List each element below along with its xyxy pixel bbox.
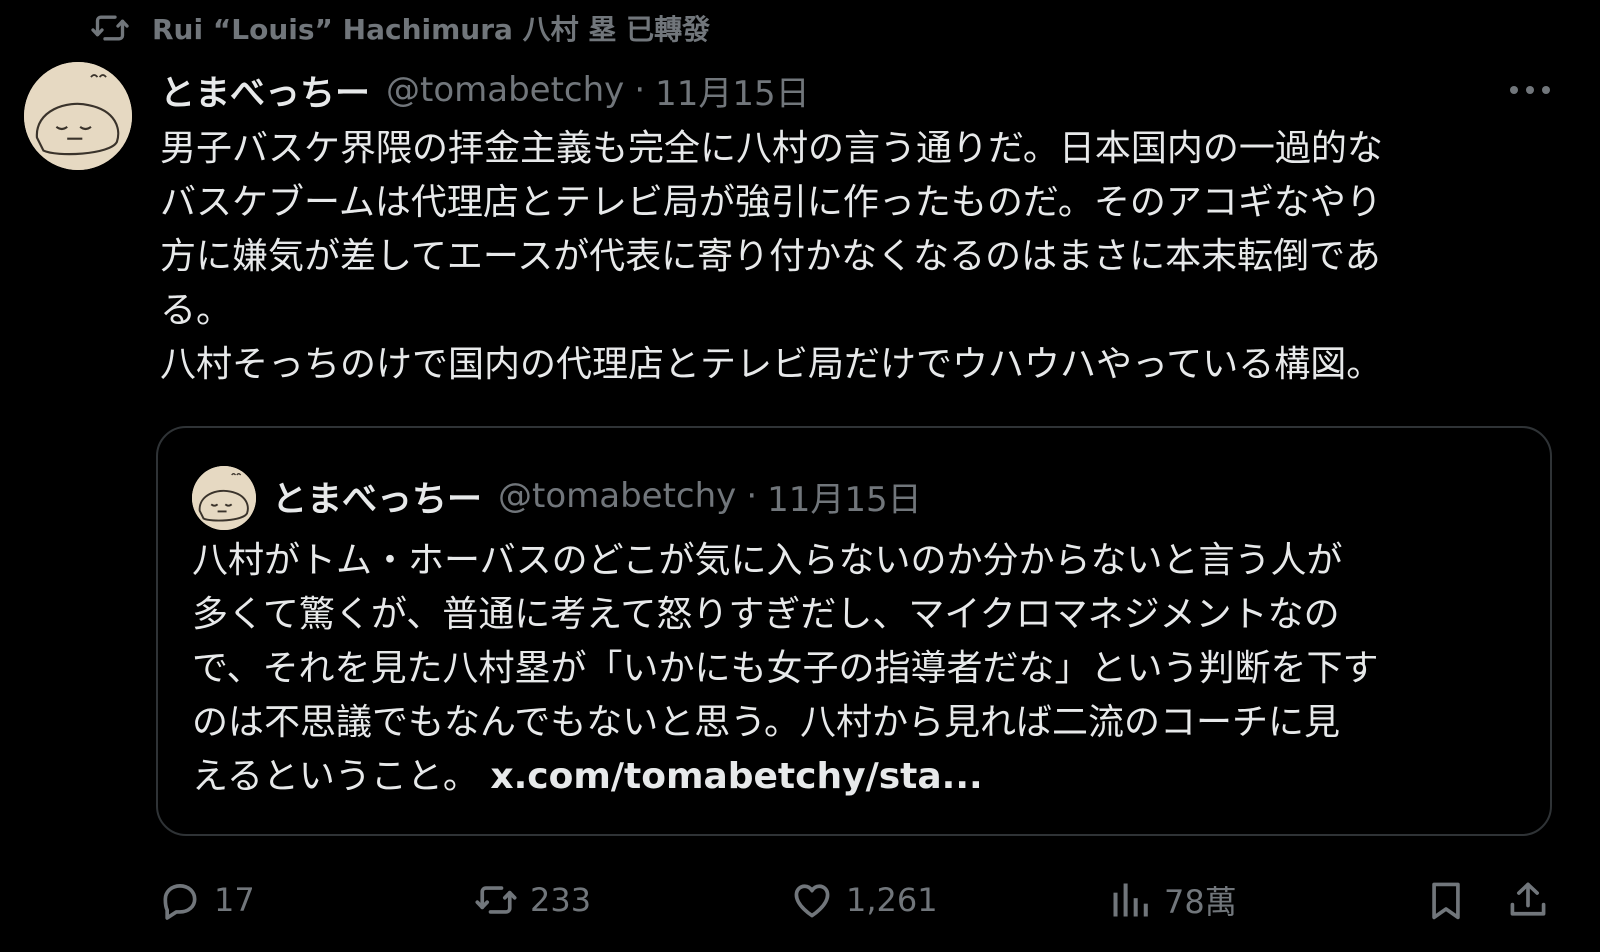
heart-icon bbox=[794, 884, 830, 918]
reply-button[interactable]: 17 bbox=[158, 870, 255, 930]
repost-header-text[interactable]: Rui “Louis” Hachimura 八村 塁 已轉發 bbox=[152, 8, 710, 48]
header-separator: · bbox=[634, 70, 646, 110]
tweet-text-line: る。 bbox=[160, 290, 233, 331]
quoted-author-display-name: とまべっちー bbox=[272, 479, 483, 520]
face-avatar-icon bbox=[24, 62, 132, 170]
face-avatar-icon bbox=[192, 466, 256, 530]
bookmark-icon bbox=[1432, 882, 1460, 920]
more-icon bbox=[1510, 86, 1550, 94]
quoted-author-handle: @tomabetchy bbox=[498, 476, 737, 516]
quoted-text-last: えるということ。 bbox=[192, 756, 491, 797]
tweet-text-line: 方に嫌気が差してエースが代表に寄り付かなくなるのはまさに本末転倒であ bbox=[160, 236, 1381, 277]
tweet-text: 男子バスケ界隈の拝金主義も完全に八村の言う通りだ。日本国内の一過的な バスケブー… bbox=[160, 122, 1540, 392]
views-button[interactable]: 78萬 bbox=[1108, 870, 1237, 930]
quoted-text-line: のは不思議でもなんでもないと思う。八村から見れば二流のコーチに見 bbox=[192, 702, 1341, 743]
action-bar: 17 233 1,261 78萬 bbox=[0, 870, 1600, 930]
quoted-tweet-header: とまべっちー @tomabetchy · 11月15日 bbox=[272, 472, 922, 520]
quoted-text-line: 多くて驚くが、普通に考えて怒りすぎだし、マイクロマネジメントなの bbox=[192, 594, 1340, 635]
tweet-text-line: 男子バスケ界隈の拝金主義も完全に八村の言う通りだ。日本国内の一過的な bbox=[160, 128, 1383, 169]
quoted-text-line: で、それを見た八村塁が「いかにも女子の指導者だな」という判断を下す bbox=[192, 648, 1379, 689]
reply-icon bbox=[163, 884, 197, 920]
repost-header: Rui “Louis” Hachimura 八村 塁 已轉發 bbox=[90, 8, 710, 48]
quoted-tweet-text: 八村がトム・ホーバスのどこが気に入らないのか分からないと言う人が 多くて驚くが、… bbox=[192, 534, 1512, 804]
quoted-text-line: えるということ。 x.com/tomabetchy/sta... bbox=[192, 750, 1512, 804]
like-count: 1,261 bbox=[846, 881, 938, 919]
quoted-tweet-link[interactable]: x.com/tomabetchy/sta... bbox=[490, 756, 982, 797]
tweet-header: とまべっちー @tomabetchy · 11月15日 bbox=[160, 66, 810, 114]
more-button[interactable] bbox=[1505, 72, 1555, 108]
repost-icon bbox=[90, 8, 130, 48]
quoted-tweet-date: 11月15日 bbox=[767, 479, 922, 520]
repost-icon bbox=[475, 886, 517, 914]
like-button[interactable]: 1,261 bbox=[790, 870, 938, 930]
share-button[interactable] bbox=[1506, 870, 1550, 930]
tweet-text-line: 八村そっちのけで国内の代理店とテレビ局だけでウハウハやっている構図。 bbox=[160, 344, 1383, 385]
reply-count: 17 bbox=[214, 881, 255, 919]
share-icon bbox=[1510, 882, 1546, 916]
tweet-text-line: バスケブームは代理店とテレビ局が強引に作ったものだ。そのアコギなやり bbox=[160, 182, 1382, 223]
quoted-author-avatar bbox=[192, 466, 256, 530]
quoted-text-line: 八村がトム・ホーバスのどこが気に入らないのか分からないと言う人が bbox=[192, 540, 1343, 581]
repost-button[interactable]: 233 bbox=[474, 870, 591, 930]
quoted-header-separator: · bbox=[746, 476, 758, 516]
tweet-date[interactable]: 11月15日 bbox=[655, 66, 810, 115]
author-display-name[interactable]: とまべっちー bbox=[160, 65, 370, 116]
repost-count: 233 bbox=[530, 881, 592, 919]
views-count: 78萬 bbox=[1164, 883, 1237, 921]
bookmark-button[interactable] bbox=[1424, 870, 1468, 930]
author-handle[interactable]: @tomabetchy bbox=[386, 70, 624, 110]
author-avatar[interactable] bbox=[24, 62, 132, 170]
views-chart-icon bbox=[1113, 883, 1148, 917]
